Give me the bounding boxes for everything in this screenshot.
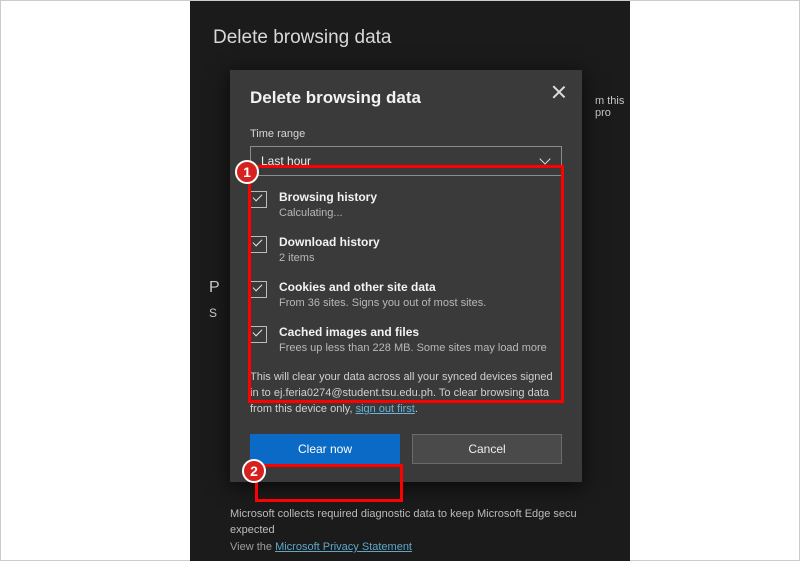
time-range-value: Last hour xyxy=(261,154,311,168)
data-type-list: Browsing history Calculating... Download… xyxy=(250,190,562,354)
dialog-title: Delete browsing data xyxy=(250,88,562,108)
item-sub: Calculating... xyxy=(279,207,377,219)
diagnostic-text: Microsoft collects required diagnostic d… xyxy=(230,507,577,539)
page-title: Delete browsing data xyxy=(213,27,392,49)
item-browsing-history: Browsing history Calculating... xyxy=(250,190,562,219)
item-cookies: Cookies and other site data From 36 site… xyxy=(250,280,562,309)
obscured-heading-s: S xyxy=(209,306,217,320)
checkbox-cookies[interactable] xyxy=(250,281,267,298)
sign-out-first-link[interactable]: sign out first xyxy=(356,403,415,415)
disclaimer-post: . xyxy=(415,403,418,415)
checkbox-cached[interactable] xyxy=(250,326,267,343)
item-download-history: Download history 2 items xyxy=(250,235,562,264)
item-title: Cached images and files xyxy=(279,325,547,339)
sync-disclaimer: This will clear your data across all you… xyxy=(250,370,562,418)
checkbox-browsing-history[interactable] xyxy=(250,191,267,208)
diag-line-2: expected xyxy=(230,524,275,536)
chevron-down-icon xyxy=(541,156,551,166)
dialog-buttons: Clear now Cancel xyxy=(250,434,562,464)
privacy-link-line: View the Microsoft Privacy Statement xyxy=(230,541,412,553)
item-cached: Cached images and files Frees up less th… xyxy=(250,325,562,354)
cancel-button[interactable]: Cancel xyxy=(412,434,562,464)
delete-browsing-data-dialog: Delete browsing data Time range Last hou… xyxy=(230,70,582,482)
privacy-prefix: View the xyxy=(230,541,275,553)
checkbox-download-history[interactable] xyxy=(250,236,267,253)
clear-now-button[interactable]: Clear now xyxy=(250,434,400,464)
time-range-select[interactable]: Last hour xyxy=(250,146,562,176)
item-sub: Frees up less than 228 MB. Some sites ma… xyxy=(279,342,547,354)
item-title: Cookies and other site data xyxy=(279,280,486,294)
close-icon[interactable] xyxy=(550,84,568,102)
diag-line-1: Microsoft collects required diagnostic d… xyxy=(230,508,577,520)
time-range-label: Time range xyxy=(250,128,562,140)
item-sub: 2 items xyxy=(279,252,380,264)
item-title: Browsing history xyxy=(279,190,377,204)
privacy-statement-link[interactable]: Microsoft Privacy Statement xyxy=(275,541,412,553)
obscured-text: m this pro xyxy=(595,95,630,119)
obscured-heading-p: P xyxy=(209,279,220,297)
viewport-frame: Delete browsing data m this pro P S Micr… xyxy=(0,0,800,561)
item-sub: From 36 sites. Signs you out of most sit… xyxy=(279,297,486,309)
item-title: Download history xyxy=(279,235,380,249)
